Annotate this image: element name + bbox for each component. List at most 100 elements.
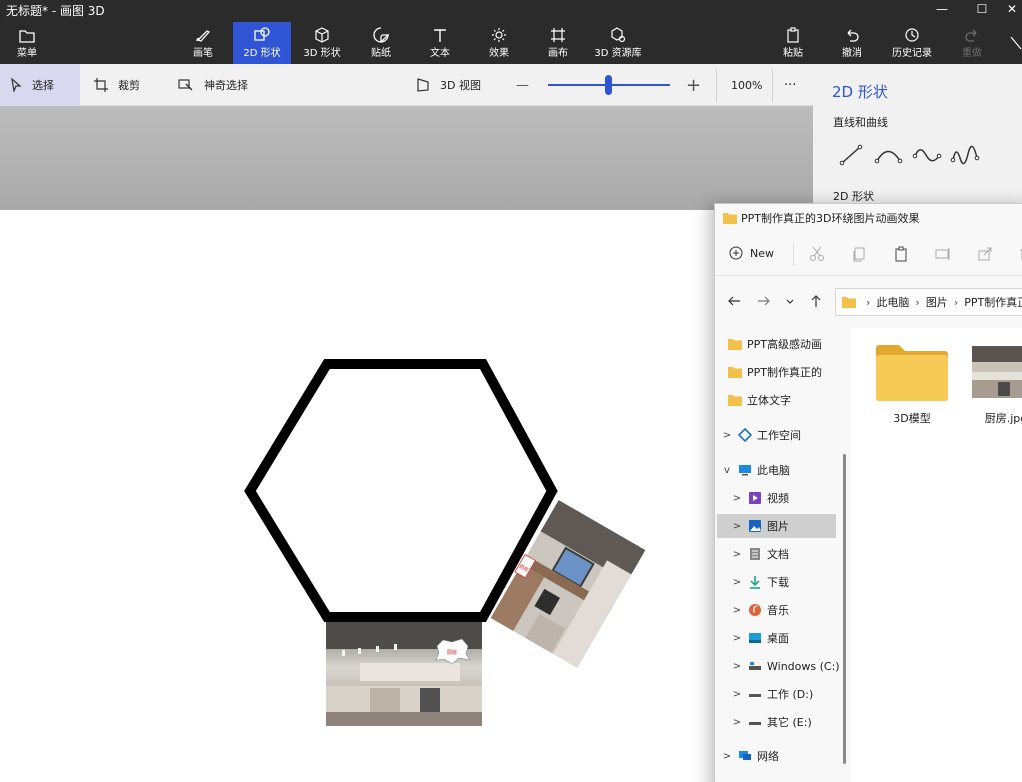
chevron-right-icon[interactable]: > bbox=[727, 605, 747, 616]
chevron-down-icon[interactable]: v bbox=[717, 465, 737, 476]
navigation-bar: › 此电脑 › 图片 › PPT制作真正 bbox=[715, 284, 1022, 320]
new-label: New bbox=[750, 246, 774, 260]
music-icon bbox=[747, 603, 763, 617]
svg-text:厨房: 厨房 bbox=[447, 649, 457, 656]
drive-icon bbox=[747, 687, 763, 701]
chevron-right-icon[interactable]: > bbox=[727, 717, 747, 728]
s-curve-icon[interactable] bbox=[912, 144, 942, 166]
folder-icon bbox=[727, 365, 743, 379]
plus-icon bbox=[729, 246, 743, 260]
desktop-icon bbox=[747, 631, 763, 645]
tree-item-documents[interactable]: > 文档 bbox=[727, 542, 847, 566]
chevron-right-icon[interactable]: > bbox=[727, 521, 747, 532]
chevron-right-icon[interactable]: > bbox=[717, 751, 737, 762]
line-icon[interactable] bbox=[837, 144, 867, 166]
tree-item-network[interactable]: > 网络 bbox=[717, 744, 837, 768]
tree-item-label: PPT高级感动画 bbox=[747, 338, 822, 351]
navigation-scrollbar[interactable] bbox=[843, 454, 846, 764]
undo-icon bbox=[844, 22, 860, 44]
hexagon-shape[interactable] bbox=[244, 359, 558, 622]
tree-item-folder[interactable]: PPT高级感动画 bbox=[727, 332, 847, 356]
forward-arrow-icon[interactable] bbox=[757, 294, 771, 308]
chevron-right-icon[interactable]: > bbox=[727, 689, 747, 700]
chevron-down-icon[interactable] bbox=[785, 294, 795, 308]
delete-icon[interactable] bbox=[1017, 246, 1022, 262]
kitchen-photo[interactable]: 厨房 bbox=[326, 619, 482, 726]
action-label: 重做 bbox=[962, 48, 982, 59]
file-item-image[interactable]: 厨房.jpg bbox=[961, 342, 1022, 426]
tree-item-drive-d[interactable]: > 工作 (D:) bbox=[727, 682, 847, 706]
breadcrumb-item[interactable]: PPT制作真正 bbox=[964, 294, 1022, 310]
new-button[interactable]: New bbox=[729, 246, 774, 260]
file-explorer-window: PPT制作真正的3D环绕图片动画效果 New › 此电脑 › 图片 › PPT制… bbox=[714, 203, 1022, 782]
cut-icon[interactable] bbox=[809, 246, 825, 262]
video-icon bbox=[747, 491, 763, 505]
chevron-right-icon[interactable]: > bbox=[727, 493, 747, 504]
folder-icon bbox=[727, 393, 743, 407]
breadcrumb-item[interactable]: 图片 bbox=[926, 294, 948, 310]
breadcrumb-separator: › bbox=[866, 295, 871, 309]
curve-icon[interactable] bbox=[874, 144, 904, 166]
tree-item-label: 文档 bbox=[767, 548, 789, 561]
share-icon[interactable] bbox=[977, 246, 993, 262]
paste-icon[interactable] bbox=[893, 246, 909, 262]
tree-item-label: 视频 bbox=[767, 492, 789, 505]
copy-icon[interactable] bbox=[851, 246, 867, 262]
redo-button: 重做 bbox=[955, 22, 989, 64]
folder-icon bbox=[723, 213, 737, 224]
documents-icon bbox=[747, 547, 763, 561]
chevron-right-icon[interactable]: > bbox=[727, 633, 747, 644]
redo-icon bbox=[964, 22, 980, 44]
explorer-title-bar[interactable]: PPT制作真正的3D环绕图片动画效果 bbox=[723, 210, 919, 226]
up-arrow-icon[interactable] bbox=[809, 294, 823, 308]
history-button[interactable]: 历史记录 bbox=[888, 22, 936, 64]
tree-item-label: 此电脑 bbox=[757, 464, 790, 477]
2d-shapes-label: 2D 形状 bbox=[833, 190, 874, 203]
tree-item-label: 工作空间 bbox=[757, 429, 801, 442]
network-icon bbox=[737, 749, 753, 763]
folder-icon bbox=[727, 337, 743, 351]
breadcrumb-separator: › bbox=[915, 295, 920, 309]
undo-button[interactable]: 撤消 bbox=[835, 22, 869, 64]
tree-item-drive-c[interactable]: > Windows (C:) bbox=[727, 654, 847, 678]
tree-item-pictures[interactable]: > 图片 bbox=[717, 514, 836, 538]
drive-icon bbox=[747, 659, 763, 673]
file-item-folder[interactable]: 3D模型 bbox=[867, 342, 957, 426]
tree-item-label: 工作 (D:) bbox=[767, 688, 814, 701]
chevron-right-icon[interactable]: > bbox=[727, 661, 747, 672]
tree-item-workspace[interactable]: > 工作空间 bbox=[717, 423, 837, 447]
file-name: 厨房.jpg bbox=[984, 412, 1022, 425]
address-bar[interactable]: › 此电脑 › 图片 › PPT制作真正 bbox=[835, 288, 1022, 316]
minimize-button[interactable]: — bbox=[922, 0, 962, 18]
chevron-right-icon[interactable]: > bbox=[727, 549, 747, 560]
tree-item-folder[interactable]: 立体文字 bbox=[727, 388, 847, 412]
maximize-button[interactable]: ☐ bbox=[962, 0, 1002, 18]
tree-item-drive-e[interactable]: > 其它 (E:) bbox=[727, 710, 847, 734]
tree-item-this-pc[interactable]: v 此电脑 bbox=[717, 458, 837, 482]
divider bbox=[793, 244, 794, 266]
tree-item-downloads[interactable]: > 下载 bbox=[727, 570, 847, 594]
file-name: 3D模型 bbox=[893, 412, 931, 425]
chevron-right-icon[interactable]: > bbox=[727, 577, 747, 588]
wave-curve-icon[interactable] bbox=[950, 144, 980, 166]
action-label: 撤消 bbox=[842, 48, 862, 59]
back-arrow-icon[interactable] bbox=[727, 294, 741, 308]
tree-item-folder[interactable]: PPT制作真正的 bbox=[727, 360, 847, 384]
image-thumbnail bbox=[972, 346, 1022, 398]
rename-icon[interactable] bbox=[935, 246, 951, 262]
tree-item-music[interactable]: > 音乐 bbox=[727, 598, 847, 622]
explorer-title: PPT制作真正的3D环绕图片动画效果 bbox=[741, 212, 920, 225]
lines-curves-label: 直线和曲线 bbox=[833, 116, 888, 129]
tree-item-label: Windows (C:) bbox=[767, 659, 840, 673]
tree-item-videos[interactable]: > 视频 bbox=[727, 486, 847, 510]
breadcrumb-item[interactable]: 此电脑 bbox=[876, 294, 909, 310]
expand-icon[interactable] bbox=[1010, 36, 1022, 53]
close-button[interactable]: ✕ bbox=[1002, 0, 1022, 18]
tree-item-desktop[interactable]: > 桌面 bbox=[727, 626, 847, 650]
chevron-right-icon[interactable]: > bbox=[717, 430, 737, 441]
drive-icon bbox=[747, 715, 763, 729]
side-panel: 2D 形状 直线和曲线 2D 形状 bbox=[813, 64, 1022, 210]
canvas-objects: 厨房 厨房 bbox=[244, 359, 646, 726]
computer-icon bbox=[737, 463, 753, 477]
kitchen-photo-rotated[interactable]: 厨房 bbox=[489, 499, 646, 668]
